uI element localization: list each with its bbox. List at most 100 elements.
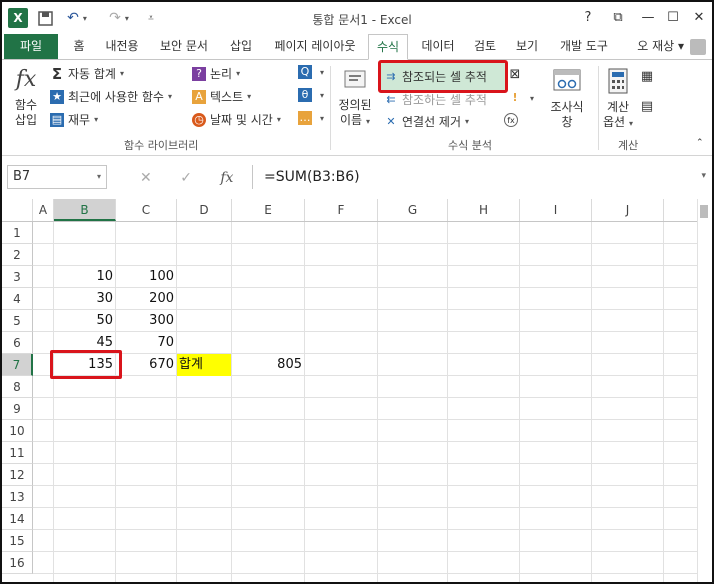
row-header-16[interactable]: 16 xyxy=(2,552,33,574)
vertical-scrollbar[interactable] xyxy=(697,199,710,582)
select-all-corner[interactable] xyxy=(2,199,33,221)
help-icon[interactable]: ? xyxy=(577,10,599,25)
calculate-now-icon: ▦ xyxy=(640,69,654,84)
financial-button[interactable]: ▤ 재무 ▾ xyxy=(50,111,98,128)
row-header-14[interactable]: 14 xyxy=(2,508,33,530)
logical-button[interactable]: ? 논리 ▾ xyxy=(192,65,240,82)
cell-d7[interactable]: 합계 xyxy=(177,354,231,376)
cell-e7[interactable]: 805 xyxy=(232,354,304,376)
datetime-button[interactable]: ◷ 날짜 및 시간 ▾ xyxy=(192,111,281,128)
lookup-button[interactable]: Q ▾ xyxy=(298,65,324,79)
row-header-1[interactable]: 1 xyxy=(2,222,33,244)
calculate-now-button[interactable]: ▦ xyxy=(640,70,658,84)
tab-page-layout[interactable]: 페이지 레이아웃 xyxy=(268,34,362,60)
row-header-5[interactable]: 5 xyxy=(2,310,33,332)
cell-c4[interactable]: 200 xyxy=(116,288,176,310)
scrollbar-thumb[interactable] xyxy=(700,205,708,218)
tab-data[interactable]: 데이터 xyxy=(416,34,460,60)
column-header-d[interactable]: D xyxy=(177,199,232,221)
insert-function-icon[interactable]: fx xyxy=(220,170,233,186)
recent-functions-button[interactable]: ★ 최근에 사용한 함수 ▾ xyxy=(50,88,172,105)
tab-developer[interactable]: 개발 도구 xyxy=(552,34,616,60)
error-checking-button[interactable]: ! ▾ xyxy=(508,91,534,105)
row-header-4[interactable]: 4 xyxy=(2,288,33,310)
text-button[interactable]: A 텍스트 ▾ xyxy=(192,88,251,105)
show-formulas-button[interactable]: ⊠ xyxy=(508,68,526,82)
defined-names-button[interactable]: 정의된 이름 ▾ xyxy=(336,64,374,129)
redo-icon[interactable]: ↷ ▾ xyxy=(108,8,130,28)
column-header-i[interactable]: I xyxy=(520,199,592,221)
column-header-j[interactable]: J xyxy=(592,199,664,221)
insert-function-button[interactable]: fx 함수 삽입 xyxy=(6,64,46,128)
tab-review[interactable]: 검토 xyxy=(468,34,502,60)
column-header-f[interactable]: F xyxy=(305,199,378,221)
cell-c5[interactable]: 300 xyxy=(116,310,176,332)
column-header-a[interactable]: A xyxy=(33,199,54,221)
column-header-h[interactable]: H xyxy=(448,199,520,221)
cell-c7[interactable]: 670 xyxy=(116,354,176,376)
trace-dependents-button[interactable]: ⇇ 참조하는 셀 추적 xyxy=(384,91,487,108)
math-trig-button[interactable]: θ ▾ xyxy=(298,88,324,102)
row-header-11[interactable]: 11 xyxy=(2,442,33,464)
grid-vline xyxy=(663,222,664,582)
expand-formula-bar-icon[interactable]: ▾ xyxy=(701,171,706,181)
maximize-button[interactable]: ☐ xyxy=(662,10,684,25)
cell-c6[interactable]: 70 xyxy=(116,332,176,354)
name-box-value: B7 xyxy=(13,169,31,184)
customize-quick-access-icon[interactable]: ⩡ xyxy=(144,8,158,28)
row-header-6[interactable]: 6 xyxy=(2,332,33,354)
user-account[interactable]: 오 재상 ▾ xyxy=(637,37,684,54)
row-header-2[interactable]: 2 xyxy=(2,244,33,266)
minimize-button[interactable]: — xyxy=(637,10,659,25)
row-header-15[interactable]: 15 xyxy=(2,530,33,552)
save-icon[interactable] xyxy=(36,8,54,28)
cell-b5[interactable]: 50 xyxy=(54,310,115,332)
more-functions-button[interactable]: … ▾ xyxy=(298,111,324,125)
row-header-12[interactable]: 12 xyxy=(2,464,33,486)
column-header-c[interactable]: C xyxy=(116,199,177,221)
calculate-sheet-button[interactable]: ▤ xyxy=(640,100,658,114)
row-header-9[interactable]: 9 xyxy=(2,398,33,420)
tab-insert[interactable]: 삽입 xyxy=(222,34,260,60)
row-header-13[interactable]: 13 xyxy=(2,486,33,508)
close-button[interactable]: ✕ xyxy=(688,10,710,25)
formula-input[interactable]: =SUM(B3:B6) xyxy=(252,165,712,189)
tab-security-doc[interactable]: 보안 문서 xyxy=(154,34,214,60)
remove-arrows-button[interactable]: ✕ 연결선 제거 ▾ xyxy=(384,113,469,130)
evaluate-formula-button[interactable]: fx xyxy=(504,113,522,127)
worksheet-grid[interactable]: ABCDEFGHIJ 1 2 3 4 5 6 7 8 9 10 11 12 13 14 15 16 10 100… xyxy=(2,199,712,582)
tab-view[interactable]: 보기 xyxy=(510,34,544,60)
column-header-b[interactable]: B xyxy=(54,199,116,221)
grid-hline xyxy=(33,463,697,464)
calc-options-button[interactable]: 계산 옵션 ▾ xyxy=(600,66,636,131)
column-header-g[interactable]: G xyxy=(378,199,448,221)
row-header-8[interactable]: 8 xyxy=(2,376,33,398)
name-box[interactable]: B7 ▾ xyxy=(7,165,107,189)
avatar[interactable] xyxy=(690,39,706,55)
row-header-7[interactable]: 7 xyxy=(2,354,33,376)
cell-c3[interactable]: 100 xyxy=(116,266,176,288)
row-header-10[interactable]: 10 xyxy=(2,420,33,442)
tab-my-use[interactable]: 내전용 xyxy=(98,34,146,60)
tab-file[interactable]: 파일 xyxy=(4,34,58,60)
defined-names-label-2: 이름 xyxy=(339,113,363,127)
column-header-e[interactable]: E xyxy=(232,199,305,221)
undo-icon[interactable]: ↶ ▾ xyxy=(66,8,88,28)
collapse-ribbon-icon[interactable]: ⌃ xyxy=(696,138,704,148)
function-library-group-label: 함수 라이브러리 xyxy=(124,139,199,152)
defined-names-label-1: 정의된 xyxy=(338,98,372,112)
watch-window-button[interactable]: 조사식 창 xyxy=(542,66,592,130)
grid-hline xyxy=(33,419,697,420)
tab-home[interactable]: 홈 xyxy=(66,34,92,60)
autosum-button[interactable]: Σ 자동 합계 ▾ xyxy=(50,65,124,82)
tab-formulas[interactable]: 수식 xyxy=(368,34,408,60)
row-header-3[interactable]: 3 xyxy=(2,266,33,288)
cancel-icon[interactable]: ✕ xyxy=(140,170,152,186)
warning-icon: ! xyxy=(512,91,518,104)
ribbon-display-icon[interactable]: ⧉ xyxy=(607,10,629,25)
name-box-dropdown-icon[interactable]: ▾ xyxy=(97,166,101,188)
cell-b4[interactable]: 30 xyxy=(54,288,115,310)
trace-precedents-button[interactable]: ⇉ 참조되는 셀 추적 xyxy=(384,68,487,85)
enter-icon[interactable]: ✓ xyxy=(180,170,192,186)
cell-b3[interactable]: 10 xyxy=(54,266,115,288)
